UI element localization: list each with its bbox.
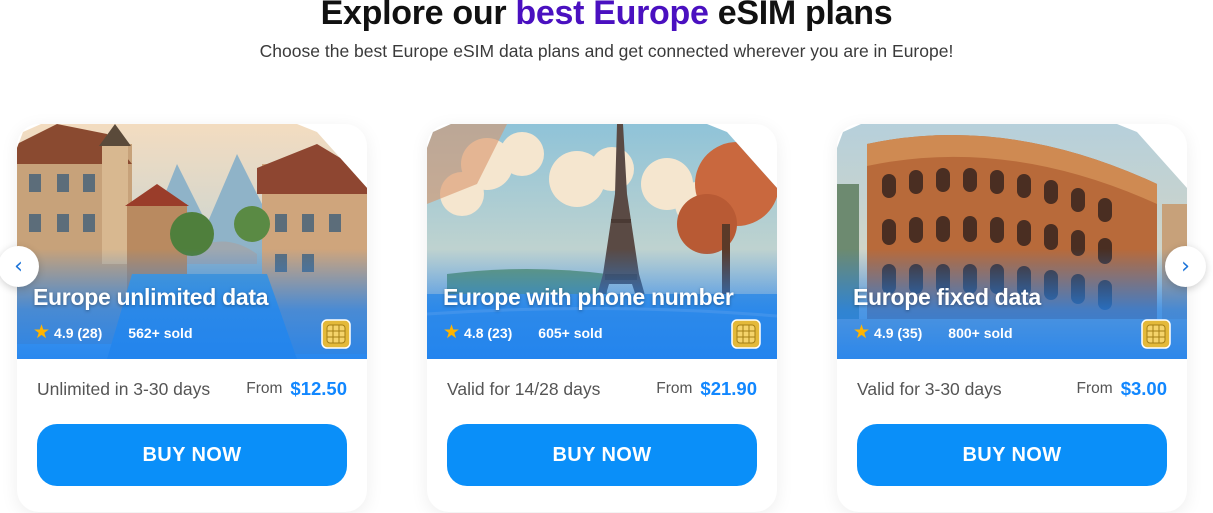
star-icon: ★ <box>33 322 51 343</box>
carousel-prev-button[interactable]: ‹ <box>0 246 39 287</box>
plan-info: Valid for 3-30 days From $3.00 <box>857 378 1167 400</box>
title-prefix: Explore our <box>320 0 516 32</box>
price-from-label: From <box>1076 380 1113 397</box>
plan-validity: Unlimited in 3-30 days <box>37 378 211 399</box>
star-icon: ★ <box>443 322 461 343</box>
plan-meta: ★ 4.8 (23) 605+ sold <box>443 322 603 343</box>
plan-title: Europe with phone number <box>443 284 734 310</box>
plan-sold-count: 562+ sold <box>128 325 193 341</box>
plan-info: Unlimited in 3-30 days From $12.50 <box>37 378 347 400</box>
plan-info: Valid for 14/28 days From $21.90 <box>447 378 757 400</box>
plan-card-unlimited[interactable]: Europe unlimited data ★ 4.9 (28) 562+ so… <box>17 124 367 512</box>
sim-card-icon <box>1141 319 1171 349</box>
plan-card-phone-number[interactable]: Europe with phone number ★ 4.8 (23) 605+… <box>427 124 777 512</box>
sim-card-icon <box>321 319 351 349</box>
plan-meta: ★ 4.9 (35) 800+ sold <box>853 322 1013 343</box>
plan-rating: 4.8 (23) <box>464 325 513 341</box>
sim-card-icon <box>731 319 761 349</box>
buy-now-button[interactable]: BUY NOW <box>447 424 757 486</box>
plan-rating: 4.9 (35) <box>874 325 923 341</box>
price-from-label: From <box>656 380 693 397</box>
price-from-label: From <box>246 380 283 397</box>
plan-rating: 4.9 (28) <box>54 325 103 341</box>
plan-sold-count: 605+ sold <box>538 325 603 341</box>
title-highlight: best Europe <box>515 0 709 32</box>
page-title: Explore our best Europe eSIM plans <box>0 0 1213 35</box>
plan-validity: Valid for 3-30 days <box>857 378 1002 399</box>
plan-card-fixed-data[interactable]: Europe fixed data ★ 4.9 (35) 800+ sold V… <box>837 124 1187 512</box>
plan-price: $12.50 <box>290 378 347 399</box>
plan-meta: ★ 4.9 (28) 562+ sold <box>33 322 193 343</box>
buy-now-button[interactable]: BUY NOW <box>857 424 1167 486</box>
title-suffix: eSIM plans <box>708 0 893 32</box>
plan-sold-count: 800+ sold <box>948 325 1013 341</box>
star-icon: ★ <box>853 322 871 343</box>
plan-title: Europe fixed data <box>853 284 1041 310</box>
plan-price: $3.00 <box>1120 378 1167 399</box>
carousel-next-button[interactable]: › <box>1165 246 1206 287</box>
page-subtitle: Choose the best Europe eSIM data plans a… <box>259 41 954 61</box>
buy-now-button[interactable]: BUY NOW <box>37 424 347 486</box>
plan-validity: Valid for 14/28 days <box>447 378 601 399</box>
plan-title: Europe unlimited data <box>33 284 269 310</box>
plan-price: $21.90 <box>700 378 757 399</box>
